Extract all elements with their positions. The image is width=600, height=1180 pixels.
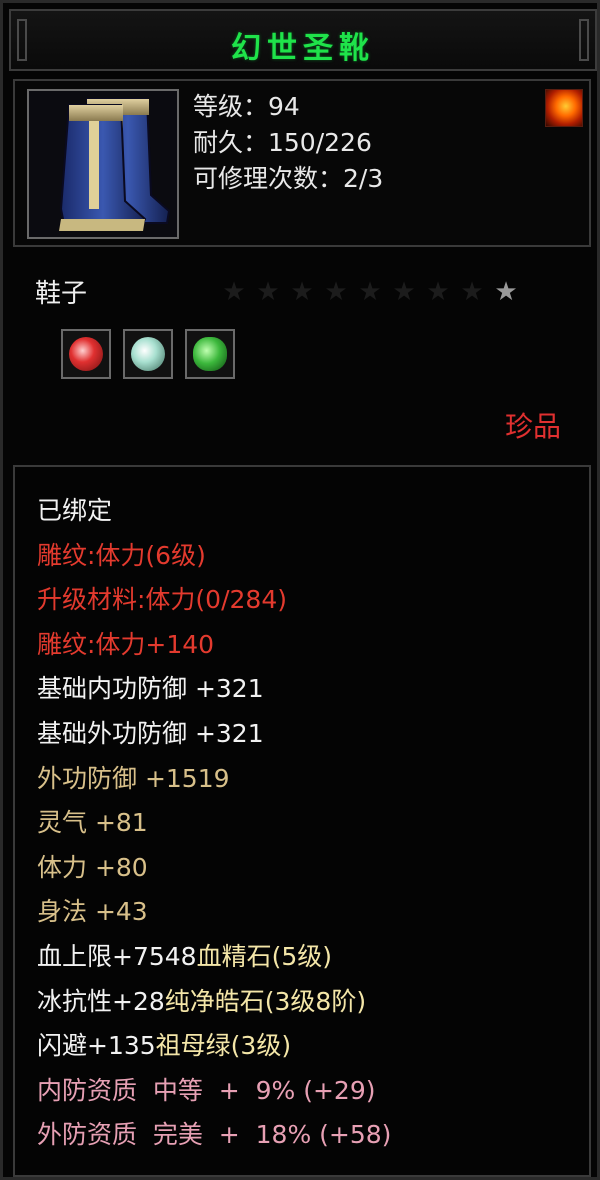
attribute-text: 基础外功防御 +321 (37, 719, 264, 748)
attribute-line: 升级材料:体力(0/284) (37, 584, 287, 616)
item-name-title: 幻世圣靴 (231, 31, 375, 66)
durability-stat: 耐久：150/226 (193, 128, 372, 157)
red-gem-icon[interactable] (61, 329, 111, 379)
attribute-line: 基础内功防御 +321 (37, 673, 264, 705)
attribute-line: 已绑定 (37, 495, 112, 527)
item-type-label: 鞋子 (35, 279, 88, 309)
gem-slots (61, 329, 235, 379)
attribute-line: 外防资质 完美 + 18% (+58) (37, 1119, 391, 1151)
attribute-text: 纯净皓石(3级8阶) (164, 986, 367, 1016)
attribute-text: 闪避+135 (37, 1031, 156, 1061)
attribute-line: 雕纹:体力+140 (37, 629, 214, 661)
attribute-line: 外功防御 +1519 (37, 763, 230, 795)
attribute-line: 冰抗性+28纯净皓石(3级8阶) (37, 986, 366, 1018)
attribute-text: 身法 +43 (37, 897, 148, 927)
attribute-line: 闪避+135祖母绿(3级) (37, 1030, 291, 1062)
star-icon: ★ (494, 277, 518, 307)
attribute-text: 体力 +80 (37, 852, 148, 882)
white-gem-icon[interactable] (123, 329, 173, 379)
green-jade-icon[interactable] (185, 329, 235, 379)
attribute-text: 外功防御 +1519 (37, 763, 230, 793)
title-right-ornament (579, 19, 589, 61)
attribute-text: 灵气 +81 (37, 808, 148, 838)
star-icon: ★ (426, 277, 450, 307)
attribute-text: 外防资质 完美 + 18% (+58) (37, 1120, 392, 1150)
repair-count-stat: 可修理次数：2/3 (193, 164, 384, 193)
star-rating: ★ ★ ★ ★ ★ ★ ★ ★ ★ (217, 277, 523, 307)
attribute-text: 血上限+7548 (37, 942, 197, 971)
star-icon: ★ (290, 277, 314, 307)
fire-emblem-icon[interactable] (545, 89, 583, 127)
star-icon: ★ (358, 277, 382, 307)
attribute-text: 基础内功防御 +321 (37, 674, 264, 704)
boots-icon[interactable] (27, 89, 179, 239)
title-bar: 幻世圣靴 (9, 9, 597, 71)
attribute-line: 基础外功防御 +321 (37, 718, 264, 750)
attribute-line: 灵气 +81 (37, 807, 148, 839)
attribute-text: 雕纹:体力+140 (37, 629, 215, 659)
level-stat: 等级：94 (193, 92, 300, 121)
rarity-label: 珍品 (504, 410, 561, 443)
attribute-line: 身法 +43 (37, 896, 148, 928)
attribute-text: 祖母绿(3级) (155, 1031, 292, 1061)
attribute-text: 内防资质 中等 + 9% (+29) (37, 1075, 376, 1105)
attribute-text: 已绑定 (37, 496, 113, 525)
star-icon: ★ (222, 277, 246, 307)
attribute-line: 体力 +80 (37, 852, 148, 884)
attribute-text: 升级材料:体力(0/284) (37, 585, 287, 615)
attribute-line: 血上限+7548血精石(5级) (37, 941, 332, 973)
attribute-text: 血精石(5级) (196, 942, 332, 971)
item-tooltip-panel: 幻世圣靴 等级：94 耐久：150/226 可修理次数：2/3 鞋子 ★ ★ ★… (0, 0, 600, 1180)
attributes-box: 已绑定雕纹:体力(6级) 升级材料:体力(0/284) 雕纹:体力+140 基础内功防… (13, 465, 591, 1177)
star-icon: ★ (256, 277, 280, 307)
attribute-line: 雕纹:体力(6级) (37, 540, 206, 572)
item-type-section: 鞋子 ★ ★ ★ ★ ★ ★ ★ ★ ★ 珍品 (17, 255, 591, 455)
star-icon: ★ (460, 277, 484, 307)
attribute-text: 雕纹:体力(6级) (37, 540, 206, 570)
item-info-box: 等级：94 耐久：150/226 可修理次数：2/3 (13, 79, 591, 247)
attribute-line: 内防资质 中等 + 9% (+29) (37, 1075, 376, 1107)
star-icon: ★ (324, 277, 348, 307)
star-icon: ★ (392, 277, 416, 307)
attribute-text: 冰抗性+28 (37, 986, 165, 1016)
